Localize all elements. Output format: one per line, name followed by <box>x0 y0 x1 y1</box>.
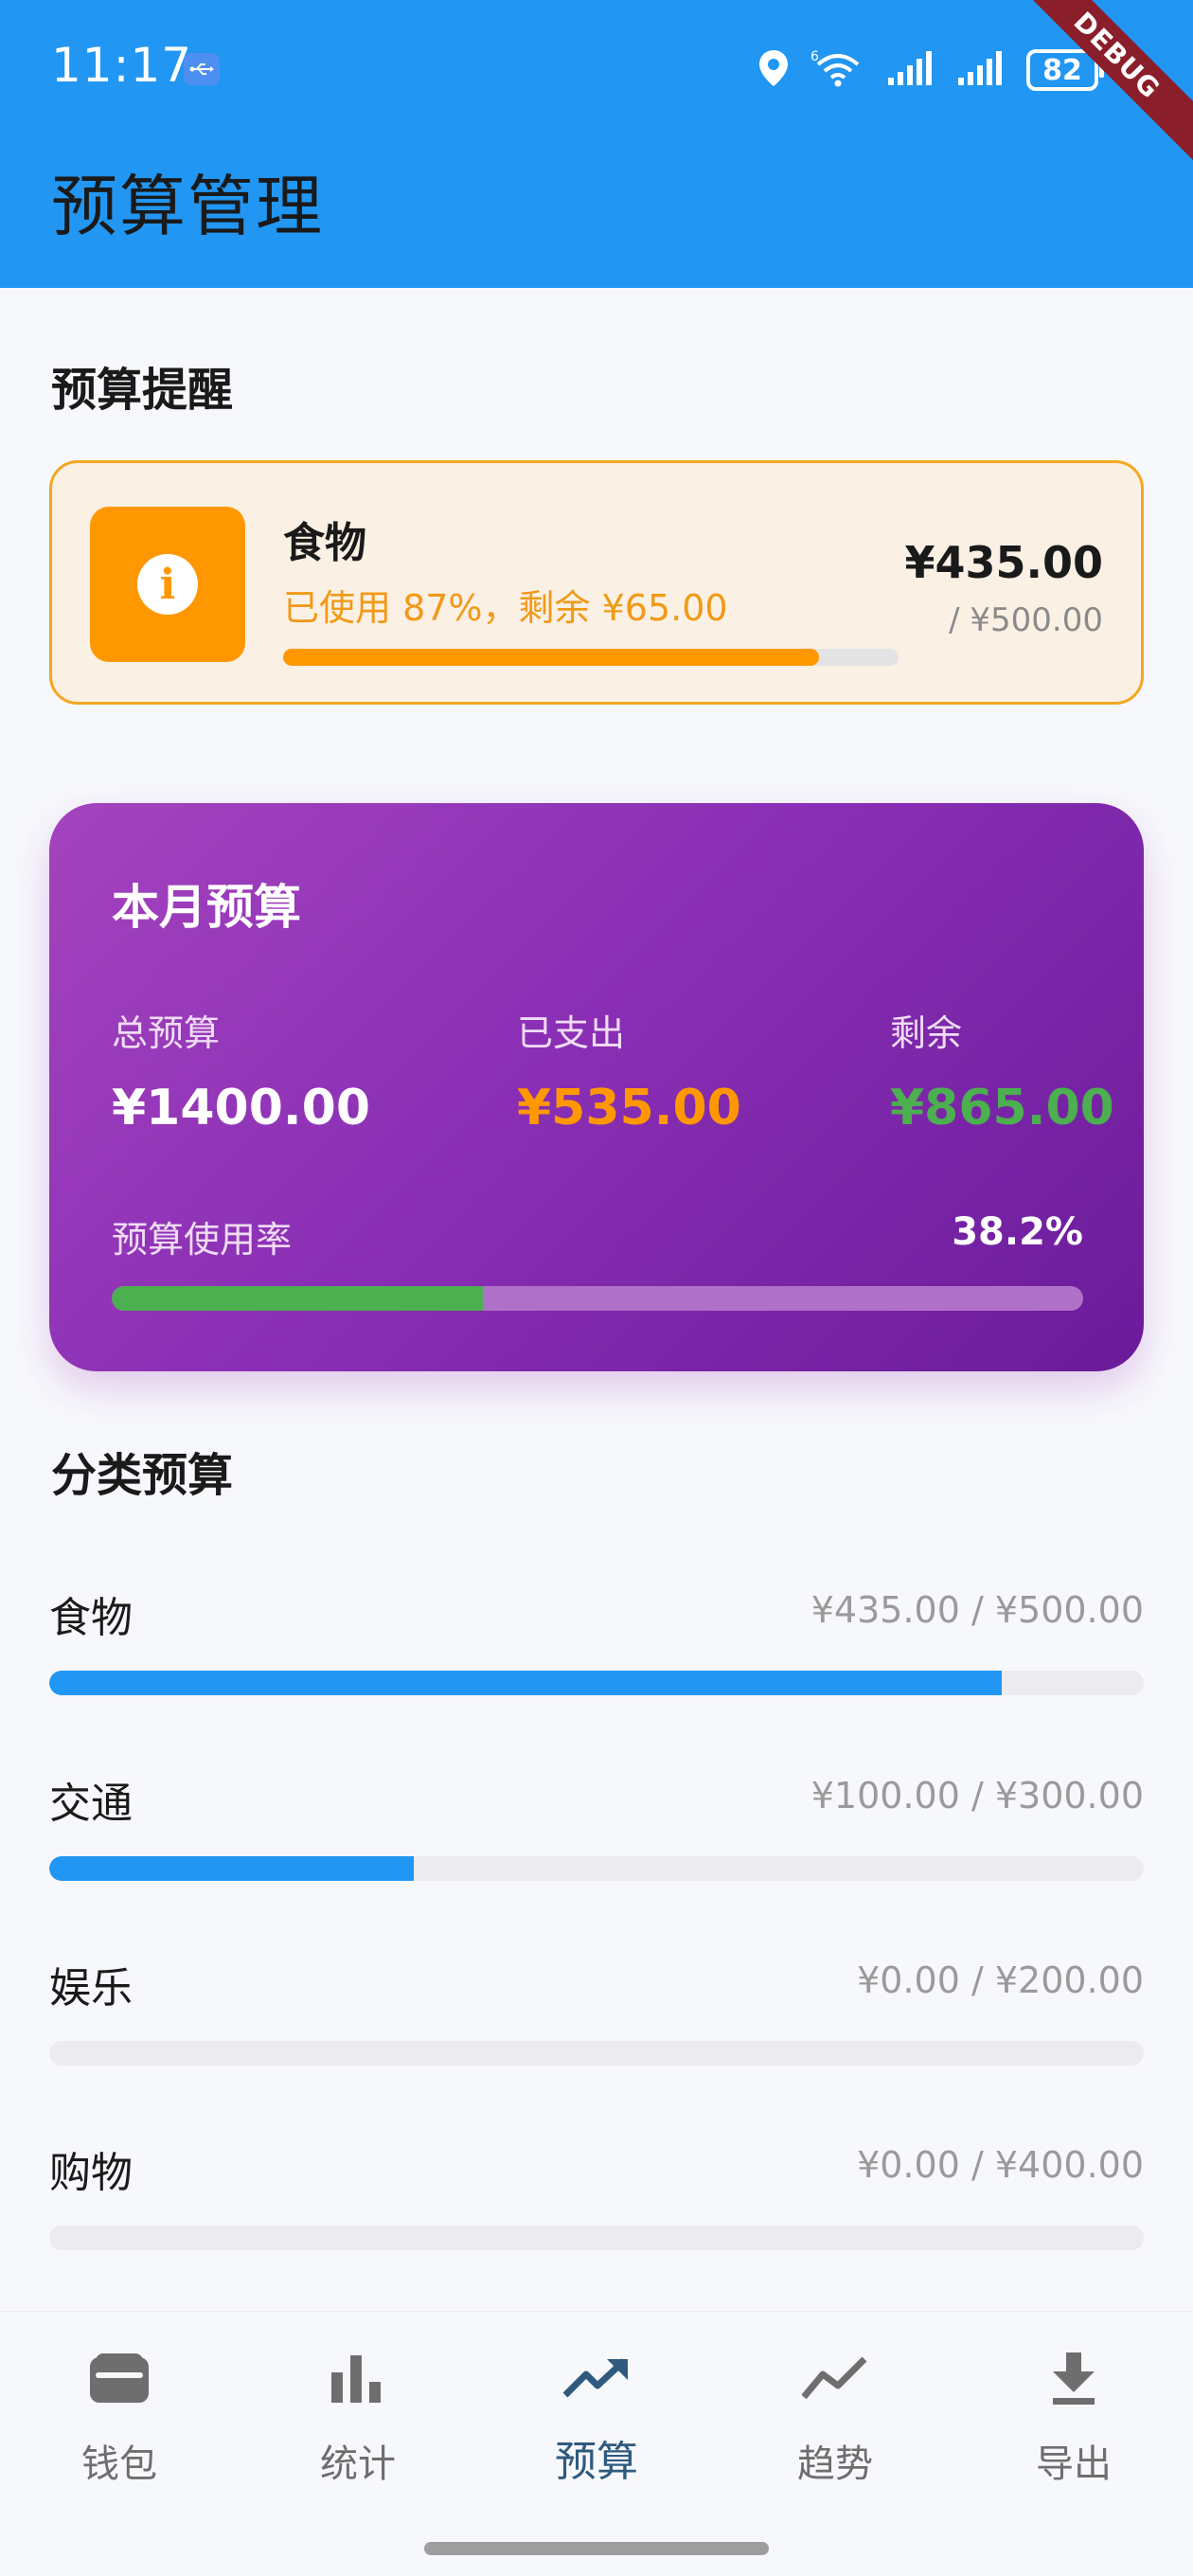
usage-rate-label: 预算使用率 <box>112 1219 293 1261</box>
status-time: 11:17 <box>51 38 193 93</box>
nav-statistics[interactable]: 统计 <box>263 2340 453 2511</box>
svg-text:6: 6 <box>810 49 819 64</box>
usage-progress-fill <box>112 1286 483 1311</box>
trending-up-icon <box>559 2340 634 2416</box>
category-row-shopping[interactable]: 购物 ¥0.00 / ¥400.00 <box>49 2138 1144 2299</box>
nav-export[interactable]: 导出 <box>979 2340 1168 2511</box>
download-icon <box>1036 2340 1112 2416</box>
category-progress-fill <box>49 1856 414 1881</box>
category-row-transport[interactable]: 交通 ¥100.00 / ¥300.00 <box>49 1769 1144 1930</box>
spent-label: 已支出 <box>517 1012 626 1054</box>
category-name: 食物 <box>49 1594 133 1642</box>
alert-message: 已使用 87%，剩余 ¥65.00 <box>283 587 728 629</box>
category-progress-track <box>49 2041 1144 2066</box>
total-budget-label: 总预算 <box>112 1012 221 1054</box>
bar-chart-icon <box>320 2340 396 2416</box>
alert-spent-amount: ¥435.00 <box>904 537 1103 588</box>
signal-icon-secondary <box>956 49 1006 91</box>
home-indicator[interactable] <box>424 2542 769 2555</box>
app-bar: 11:17 6 82 DEBUG 预算管理 <box>0 0 1193 288</box>
usb-icon <box>184 53 220 85</box>
status-icons: 6 82 <box>757 44 1104 97</box>
budget-alert-card[interactable]: i 食物 已使用 87%，剩余 ¥65.00 ¥435.00 / ¥500.00 <box>49 460 1144 705</box>
spent-value: ¥535.00 <box>517 1080 741 1136</box>
category-amount: ¥0.00 / ¥200.00 <box>857 1959 1144 2001</box>
bottom-navigation: 钱包 统计 预算 趋势 导出 <box>0 2311 1193 2576</box>
usage-progress-track <box>112 1286 1083 1311</box>
nav-label: 预算 <box>555 2438 638 2486</box>
category-amount: ¥100.00 / ¥300.00 <box>810 1775 1144 1816</box>
category-row-entertainment[interactable]: 娱乐 ¥0.00 / ¥200.00 <box>49 1954 1144 2115</box>
monthly-budget-title: 本月预算 <box>112 880 301 935</box>
nav-label: 趋势 <box>797 2442 873 2486</box>
alert-icon-container: i <box>90 507 245 662</box>
category-name: 娱乐 <box>49 1964 133 2012</box>
alerts-section-title: 预算提醒 <box>51 364 234 417</box>
nav-trend[interactable]: 趋势 <box>740 2340 930 2511</box>
nav-budget[interactable]: 预算 <box>502 2340 691 2511</box>
alert-progress-track <box>283 649 899 666</box>
category-amount: ¥0.00 / ¥400.00 <box>857 2144 1144 2186</box>
nav-wallet[interactable]: 钱包 <box>25 2340 214 2511</box>
info-icon: i <box>137 554 198 615</box>
category-name: 交通 <box>49 1780 133 1828</box>
location-icon <box>757 48 790 92</box>
category-progress-track <box>49 1671 1144 1695</box>
category-progress-track <box>49 2226 1144 2250</box>
total-budget-value: ¥1400.00 <box>112 1080 371 1136</box>
alert-limit-amount: / ¥500.00 <box>949 601 1103 639</box>
remaining-value: ¥865.00 <box>890 1080 1114 1136</box>
category-section-title: 分类预算 <box>51 1449 234 1502</box>
nav-label: 钱包 <box>81 2442 157 2486</box>
nav-label: 导出 <box>1036 2442 1112 2486</box>
show-chart-icon <box>797 2340 873 2416</box>
category-progress-track <box>49 1856 1144 1881</box>
remaining-label: 剩余 <box>890 1012 963 1054</box>
wallet-icon <box>81 2340 157 2416</box>
category-name: 购物 <box>49 2149 133 2197</box>
nav-label: 统计 <box>320 2442 396 2486</box>
alert-progress-fill <box>283 649 819 666</box>
monthly-budget-card: 本月预算 总预算 ¥1400.00 已支出 ¥535.00 剩余 ¥865.00… <box>49 803 1144 1371</box>
page-title: 预算管理 <box>51 168 324 245</box>
category-progress-fill <box>49 1671 1002 1695</box>
signal-icon <box>886 49 935 91</box>
category-amount: ¥435.00 / ¥500.00 <box>810 1589 1144 1631</box>
usage-rate-value: 38.2% <box>952 1210 1083 1254</box>
category-row-food[interactable]: 食物 ¥435.00 / ¥500.00 <box>49 1583 1144 1744</box>
wifi-icon: 6 <box>810 47 865 93</box>
alert-category-name: 食物 <box>283 519 366 567</box>
